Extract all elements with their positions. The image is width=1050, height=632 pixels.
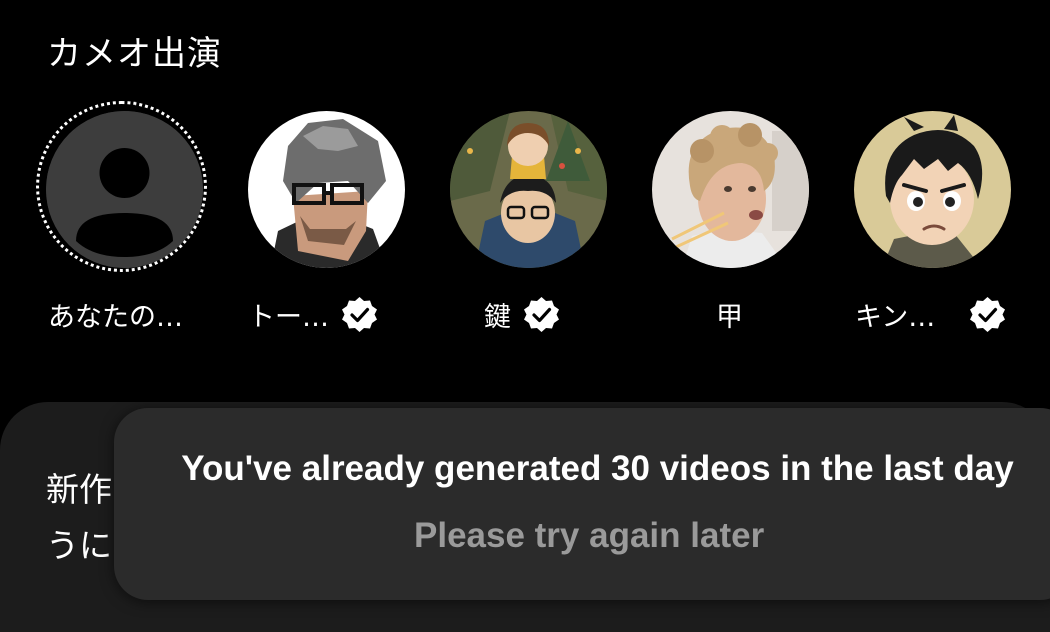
cameo-name: トー… [248,301,329,333]
toast-subtitle: Please try again later [414,516,765,555]
cameo-item-4[interactable]: 甲 [716,292,743,336]
cameo-avatar-4[interactable] [652,111,809,268]
cameo-item-self[interactable]: あなたの… [48,292,183,336]
anime-father-child-portrait [450,111,607,268]
anime-boy-portrait [854,111,1011,268]
verified-badge-icon [969,296,1006,333]
verified-badge-icon [341,296,378,333]
rate-limit-toast [114,408,1050,600]
toast-title: You've already generated 30 videos in th… [181,449,1014,488]
cameo-name: 甲 [716,301,743,333]
cameo-item-2[interactable]: トー… [248,292,378,336]
cameo-avatar-self[interactable] [46,111,203,268]
cameo-avatar-5[interactable] [854,111,1011,268]
cameo-item-5[interactable]: キン… [855,292,1006,336]
verified-badge-icon [523,296,560,333]
curly-hair-man-portrait [652,111,809,268]
cameo-name: キン… [855,301,936,333]
cameo-avatar-3[interactable] [450,111,607,268]
cameo-name: 鍵 [484,301,511,333]
default-user-icon [46,111,203,268]
cameo-avatar-2[interactable] [248,111,405,268]
pixel-art-portrait [248,111,405,268]
cameo-item-3[interactable]: 鍵 [484,292,560,336]
cameo-section-title: カメオ出演 [47,34,222,74]
cameo-name: あなたの… [48,301,183,333]
